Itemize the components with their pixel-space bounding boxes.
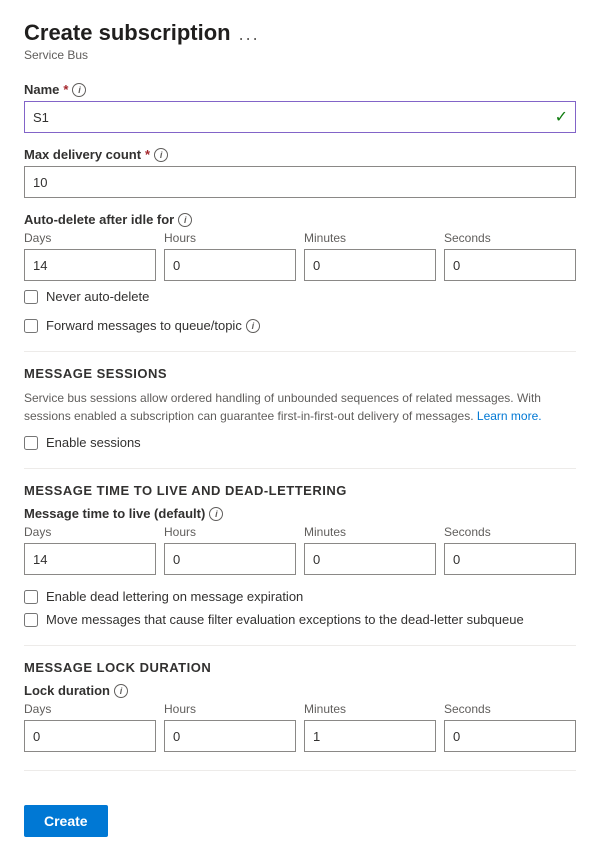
name-input[interactable] xyxy=(24,101,576,133)
subtitle: Service Bus xyxy=(24,48,576,62)
lock-hours-input[interactable] xyxy=(164,720,296,752)
ttl-days: Days xyxy=(24,525,156,575)
auto-delete-hours: Hours xyxy=(164,231,296,281)
ttl-field-group: Message time to live (default) i Days Ho… xyxy=(24,506,576,575)
filter-exception-checkbox[interactable] xyxy=(24,613,38,627)
forward-messages-info-icon[interactable]: i xyxy=(246,319,260,333)
max-delivery-field-group: Max delivery count * i xyxy=(24,147,576,198)
message-sessions-section: MESSAGE SESSIONS Service bus sessions al… xyxy=(24,366,576,450)
filter-exception-row: Move messages that cause filter evaluati… xyxy=(24,612,576,627)
auto-delete-label: Auto-delete after idle for i xyxy=(24,212,576,227)
page-title: Create subscription ... xyxy=(24,20,576,46)
ttl-label: Message time to live (default) i xyxy=(24,506,576,521)
ttl-minutes: Minutes xyxy=(304,525,436,575)
forward-messages-checkbox[interactable] xyxy=(24,319,38,333)
lock-hours: Hours xyxy=(164,702,296,752)
enable-sessions-checkbox[interactable] xyxy=(24,436,38,450)
ttl-seconds-input[interactable] xyxy=(444,543,576,575)
ttl-info-icon[interactable]: i xyxy=(209,507,223,521)
required-indicator-2: * xyxy=(145,147,150,162)
lock-time-fields: Days Hours Minutes Seconds xyxy=(24,702,576,752)
ttl-time-fields: Days Hours Minutes Seconds xyxy=(24,525,576,575)
ellipsis-menu-button[interactable]: ... xyxy=(239,24,260,45)
lock-field-group: Lock duration i Days Hours Minutes Secon… xyxy=(24,683,576,752)
never-auto-delete-row: Never auto-delete xyxy=(24,289,576,304)
dead-letter-row: Enable dead lettering on message expirat… xyxy=(24,589,576,604)
max-delivery-input[interactable] xyxy=(24,166,576,198)
name-valid-checkmark: ✓ xyxy=(555,107,568,127)
lock-duration-section: MESSAGE LOCK DURATION Lock duration i Da… xyxy=(24,660,576,752)
name-input-wrapper: ✓ xyxy=(24,101,576,133)
dead-letter-checkbox[interactable] xyxy=(24,590,38,604)
name-field-label: Name * i xyxy=(24,82,576,97)
auto-delete-hours-input[interactable] xyxy=(164,249,296,281)
lock-minutes-input[interactable] xyxy=(304,720,436,752)
ttl-divider xyxy=(24,468,576,469)
filter-exception-label: Move messages that cause filter evaluati… xyxy=(46,612,524,627)
lock-header: MESSAGE LOCK DURATION xyxy=(24,660,576,675)
ttl-hours-input[interactable] xyxy=(164,543,296,575)
auto-delete-days: Days xyxy=(24,231,156,281)
auto-delete-days-input[interactable] xyxy=(24,249,156,281)
never-auto-delete-label: Never auto-delete xyxy=(46,289,149,304)
name-field-group: Name * i ✓ xyxy=(24,82,576,133)
message-ttl-section: MESSAGE TIME TO LIVE AND DEAD-LETTERING … xyxy=(24,483,576,627)
ttl-header: MESSAGE TIME TO LIVE AND DEAD-LETTERING xyxy=(24,483,576,498)
enable-sessions-row: Enable sessions xyxy=(24,435,576,450)
auto-delete-minutes: Minutes xyxy=(304,231,436,281)
ttl-hours: Hours xyxy=(164,525,296,575)
lock-divider xyxy=(24,645,576,646)
ttl-minutes-input[interactable] xyxy=(304,543,436,575)
lock-seconds-input[interactable] xyxy=(444,720,576,752)
never-auto-delete-checkbox[interactable] xyxy=(24,290,38,304)
sessions-divider xyxy=(24,351,576,352)
lock-minutes: Minutes xyxy=(304,702,436,752)
lock-seconds: Seconds xyxy=(444,702,576,752)
auto-delete-time-fields: Days Hours Minutes Seconds xyxy=(24,231,576,281)
max-delivery-label: Max delivery count * i xyxy=(24,147,576,162)
bottom-divider xyxy=(24,770,576,771)
lock-label: Lock duration i xyxy=(24,683,576,698)
forward-messages-label: Forward messages to queue/topic i xyxy=(46,318,260,333)
name-info-icon[interactable]: i xyxy=(72,83,86,97)
sessions-header: MESSAGE SESSIONS xyxy=(24,366,576,381)
required-indicator: * xyxy=(63,82,68,97)
lock-days-input[interactable] xyxy=(24,720,156,752)
lock-info-icon[interactable]: i xyxy=(114,684,128,698)
auto-delete-info-icon[interactable]: i xyxy=(178,213,192,227)
dead-letter-label: Enable dead lettering on message expirat… xyxy=(46,589,303,604)
max-delivery-info-icon[interactable]: i xyxy=(154,148,168,162)
lock-days: Days xyxy=(24,702,156,752)
auto-delete-field-group: Auto-delete after idle for i Days Hours … xyxy=(24,212,576,304)
ttl-seconds: Seconds xyxy=(444,525,576,575)
ttl-days-input[interactable] xyxy=(24,543,156,575)
auto-delete-seconds-input[interactable] xyxy=(444,249,576,281)
sessions-description: Service bus sessions allow ordered handl… xyxy=(24,389,576,425)
forward-messages-row: Forward messages to queue/topic i xyxy=(24,318,576,333)
enable-sessions-label: Enable sessions xyxy=(46,435,141,450)
sessions-learn-more-link[interactable]: Learn more. xyxy=(477,409,542,423)
create-button[interactable]: Create xyxy=(24,805,108,837)
auto-delete-minutes-input[interactable] xyxy=(304,249,436,281)
auto-delete-seconds: Seconds xyxy=(444,231,576,281)
